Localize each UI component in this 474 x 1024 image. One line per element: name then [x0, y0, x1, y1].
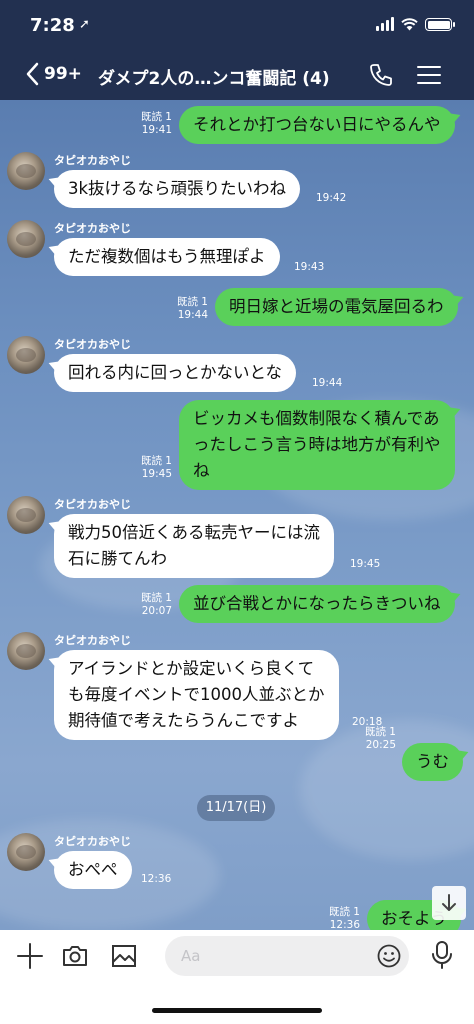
back-button[interactable]: 99+: [26, 62, 82, 86]
message-time: 12:36: [141, 873, 172, 885]
sender-name: タピオカおやじ: [54, 154, 131, 167]
date-separator: 11/17(日): [197, 795, 275, 821]
message-bubble-outgoing[interactable]: 明日嫁と近場の電気屋回るわ: [215, 288, 458, 326]
message-bubble-outgoing[interactable]: うむ: [402, 743, 463, 781]
message-meta: 既読 1 19:45: [140, 455, 172, 480]
scroll-to-bottom-button[interactable]: [432, 886, 466, 920]
menu-icon[interactable]: [417, 65, 441, 85]
message-meta: 既読 1 19:41: [140, 111, 172, 136]
message-bubble-outgoing[interactable]: それとか打つ台ない日にやるんや: [179, 106, 455, 144]
sender-name: タピオカおやじ: [54, 222, 131, 235]
chat-area[interactable]: 既読 1 19:41 それとか打つ台ない日にやるんや タピオカおやじ 3k抜けるな…: [0, 100, 474, 930]
phone-icon[interactable]: [368, 62, 394, 88]
status-bar: 7:28 ➚: [0, 0, 474, 50]
sender-name: タピオカおやじ: [54, 835, 131, 848]
camera-icon[interactable]: [61, 944, 89, 968]
message-bubble-incoming[interactable]: おぺぺ: [54, 851, 132, 889]
status-time: 7:28: [30, 15, 75, 36]
message-meta: 既読 1 12:36: [328, 906, 360, 930]
message-bubble-incoming[interactable]: 戦力50倍近くある転売ヤーには流 石に勝てんわ: [54, 514, 334, 578]
message-time: 19:42: [316, 192, 347, 204]
microphone-icon[interactable]: [431, 940, 453, 970]
message-bubble-outgoing[interactable]: ビッカメも個数制限なく積んであ ったしこう言う時は地方が有利やね: [179, 400, 455, 490]
message-input[interactable]: [181, 944, 361, 968]
status-icons: [376, 17, 455, 31]
avatar[interactable]: [7, 220, 45, 258]
message-meta: 既読 1 20:07: [140, 592, 172, 617]
unread-count: 99+: [44, 64, 82, 84]
message-time: 19:45: [350, 558, 381, 570]
message-bubble-incoming[interactable]: 回れる内に回っとかないとな: [54, 354, 297, 392]
image-icon[interactable]: [111, 944, 137, 968]
signal-icon: [376, 17, 394, 31]
avatar[interactable]: [7, 152, 45, 190]
avatar[interactable]: [7, 632, 45, 670]
arrow-down-icon: [442, 894, 456, 911]
emoji-icon[interactable]: [377, 944, 401, 968]
message-bubble-incoming[interactable]: 3k抜けるなら頑張りたいわね: [54, 170, 301, 208]
message-meta: 既読 1 20:25: [364, 726, 396, 751]
input-bar: [0, 930, 474, 1024]
chat-title: ダメプ2人の…ンコ奮闘記 (4): [98, 69, 330, 89]
message-bubble-incoming[interactable]: ただ複数個はもう無理ぽよ: [54, 238, 280, 276]
location-arrow-icon: ➚: [79, 17, 90, 32]
sender-name: タピオカおやじ: [54, 498, 131, 511]
wifi-icon: [401, 18, 418, 31]
sender-name: タピオカおやじ: [54, 338, 131, 351]
message-time: 19:44: [312, 377, 343, 389]
back-chevron-icon: [26, 62, 39, 86]
message-bubble-incoming[interactable]: アイランドとか設定いくら良くて も毎度イベントで1000人並ぶとか 期待値で考えたら…: [54, 650, 339, 740]
message-input-field[interactable]: [165, 936, 409, 976]
avatar[interactable]: [7, 336, 45, 374]
message-time: 19:43: [294, 261, 325, 273]
avatar[interactable]: [7, 833, 45, 871]
avatar[interactable]: [7, 496, 45, 534]
plus-icon[interactable]: [16, 942, 44, 970]
home-indicator: [152, 1008, 322, 1013]
sender-name: タピオカおやじ: [54, 634, 131, 647]
chat-header: 99+ ダメプ2人の…ンコ奮闘記 (4): [0, 50, 474, 100]
message-meta: 既読 1 19:44: [176, 296, 208, 321]
battery-icon: [425, 18, 455, 31]
message-bubble-outgoing[interactable]: 並び合戦とかになったらきついね: [179, 585, 455, 623]
